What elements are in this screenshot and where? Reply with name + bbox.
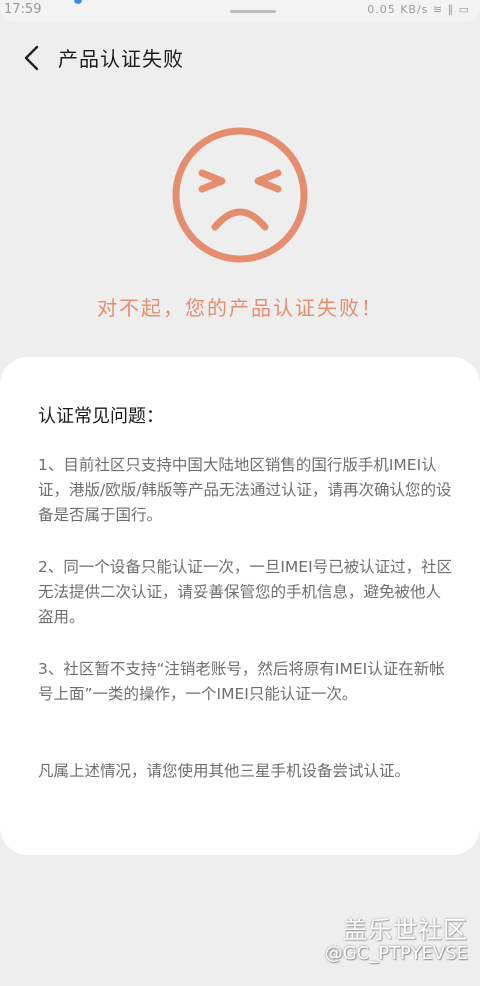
watermark-brand: 盖乐世社区 (343, 916, 468, 944)
status-bar: 17:59 0.05 KB/s ≋ ∥ ▭ (0, 0, 480, 22)
header: 产品认证失败 (0, 34, 480, 80)
chevron-left-icon (24, 45, 39, 71)
status-icons: 0.05 KB/s ≋ ∥ ▭ (367, 3, 470, 16)
sad-face-icon (172, 127, 308, 263)
faq-title: 认证常见问题： (38, 406, 164, 427)
faq-paragraph-2: 2、同一个设备只能认证一次，一旦IMEI号已被认证过，社区无法提供二次认证，请妥… (38, 558, 453, 626)
faq-paragraph-4: 凡属上述情况，请您使用其他三星手机设备尝试认证。 (38, 762, 411, 780)
page-title: 产品认证失败 (58, 47, 184, 71)
faq-card: 认证常见问题： 1、目前社区只支持中国大陆地区销售的国行版手机IMEI认证，港版… (0, 357, 480, 855)
notification-dot-icon (74, 0, 82, 4)
watermark-user: @GC_PTPYEVSE (324, 943, 468, 964)
back-button[interactable] (16, 42, 48, 74)
failure-message: 对不起，您的产品认证失败！ (97, 296, 383, 320)
pull-handle (230, 10, 276, 13)
faq-paragraph-3: 3、社区暂不支持“注销老账号，然后将原有IMEI认证在新帐号上面”一类的操作，一… (38, 660, 445, 703)
faq-paragraph-1: 1、目前社区只支持中国大陆地区销售的国行版手机IMEI认证，港版/欧版/韩版等产… (38, 456, 452, 524)
status-time: 17:59 (4, 2, 42, 17)
